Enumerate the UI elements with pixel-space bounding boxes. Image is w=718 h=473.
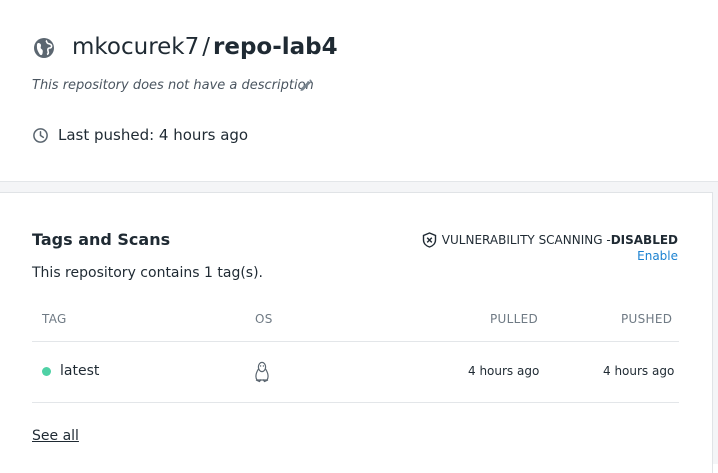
page-title: mkocurek7/repo-lab4 [72, 32, 338, 62]
tags-count-text: This repository contains 1 tag(s). [32, 265, 263, 281]
repo-owner[interactable]: mkocurek7 [72, 34, 199, 60]
last-pushed-text: Last pushed: 4 hours ago [58, 126, 249, 144]
table-divider [32, 402, 679, 403]
tags-section-title: Tags and Scans [32, 230, 171, 249]
globe-icon [34, 38, 54, 58]
column-header-os: OS [255, 312, 273, 326]
clock-icon [33, 128, 48, 143]
repo-name: repo-lab4 [213, 34, 338, 60]
linux-icon [255, 361, 269, 383]
pencil-edit-icon[interactable] [298, 77, 314, 93]
repo-separator: / [202, 34, 211, 60]
vulnerability-scan-status: VULNERABILITY SCANNING - DISABLED [422, 232, 678, 248]
see-all-link[interactable]: See all [32, 428, 79, 444]
scan-status-value: DISABLED [610, 233, 678, 247]
tag-status-dot [42, 367, 51, 376]
pulled-time: 4 hours ago [468, 364, 540, 378]
enable-scanning-link[interactable]: Enable [637, 249, 678, 263]
scan-label: VULNERABILITY SCANNING - [441, 233, 611, 247]
column-header-tag: TAG [42, 312, 67, 326]
pushed-time: 4 hours ago [603, 364, 675, 378]
repo-description: This repository does not have a descript… [32, 78, 314, 93]
column-header-pulled: PULLED [490, 312, 539, 326]
tag-name-link[interactable]: latest [60, 363, 99, 379]
repo-header: mkocurek7/repo-lab4 This repository does… [0, 0, 718, 181]
table-divider [32, 341, 679, 342]
column-header-pushed: PUSHED [621, 312, 673, 326]
shield-x-icon [422, 232, 436, 248]
